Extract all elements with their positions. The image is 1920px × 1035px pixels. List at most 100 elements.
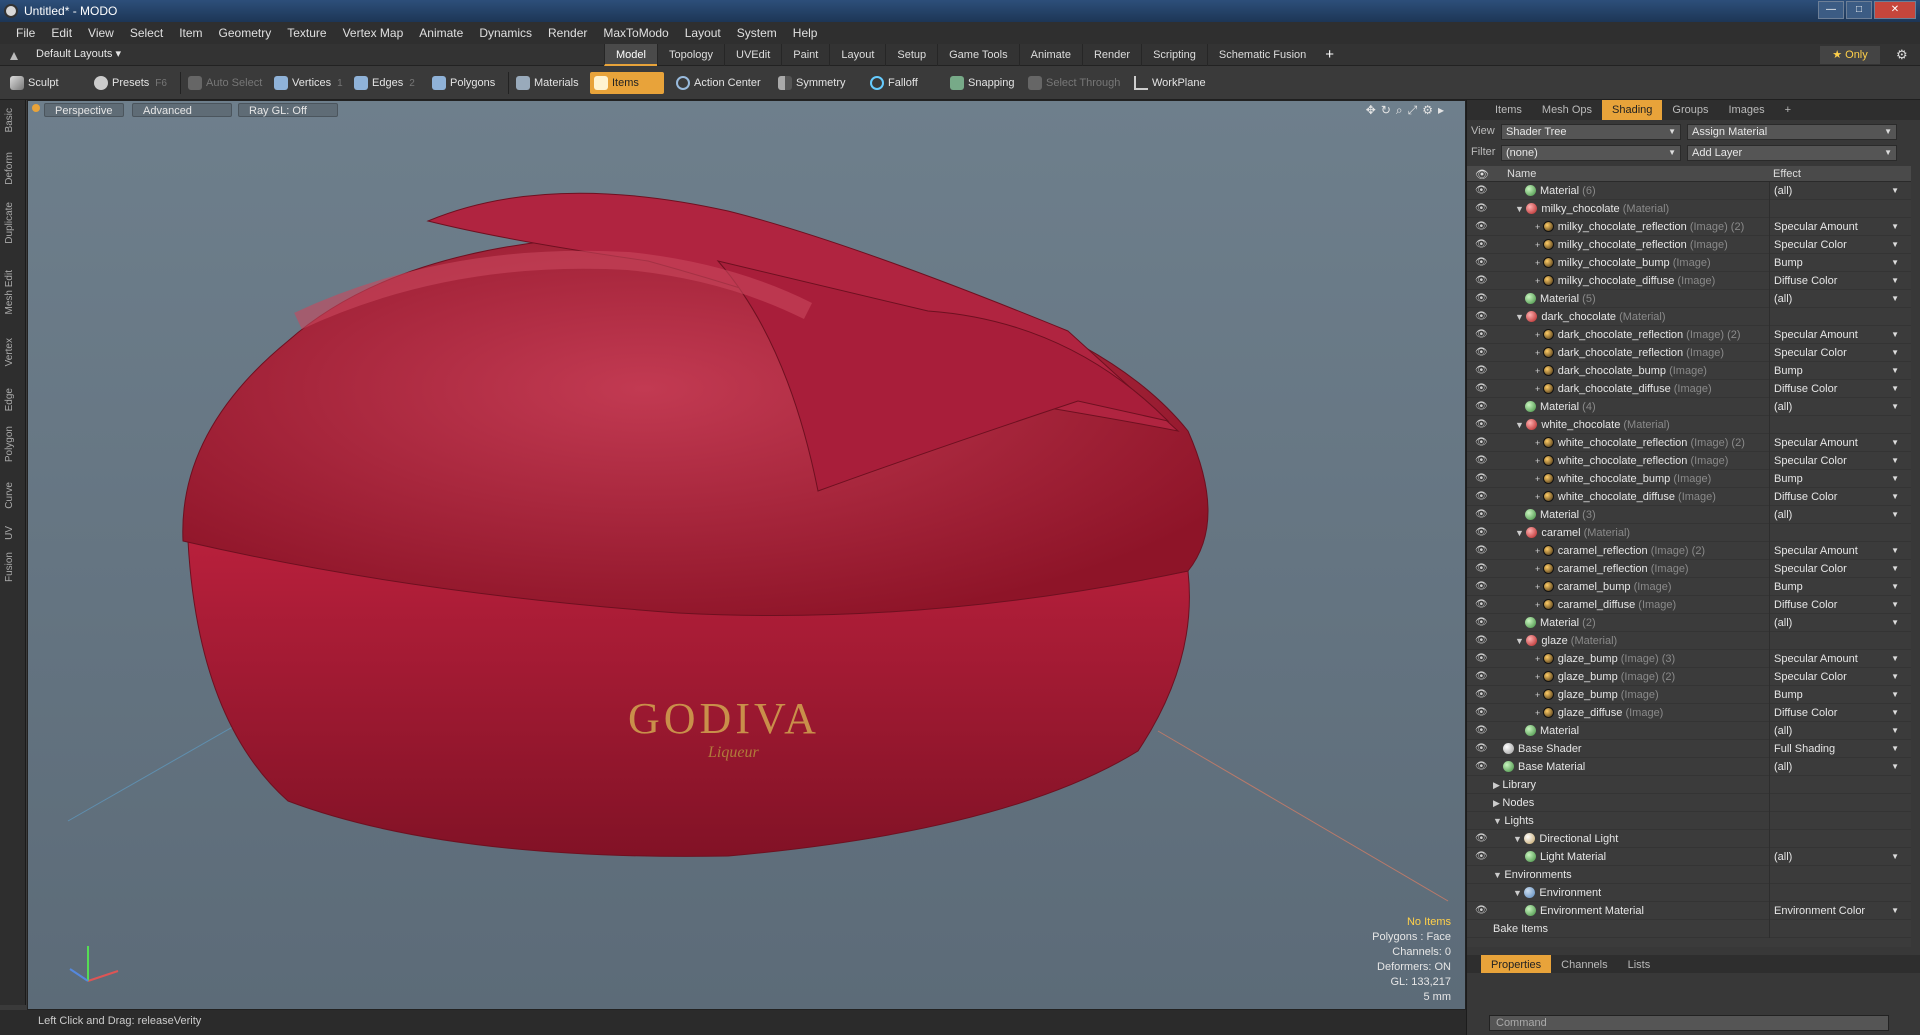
materials-mode-button[interactable]: Materials — [512, 72, 585, 94]
panel-tab-images[interactable]: Images — [1719, 100, 1775, 120]
tree-row[interactable]: 👁 + caramel_diffuse (Image) Diffuse Color — [1467, 596, 1911, 614]
effect-dropdown[interactable]: (all) — [1769, 290, 1901, 308]
visibility-eye-icon[interactable]: 👁 — [1475, 383, 1488, 395]
expand-plus-icon[interactable]: + — [1535, 654, 1543, 664]
expand-arrow-icon[interactable]: ▼ — [1515, 420, 1526, 430]
tree-row[interactable]: 👁 ▼ white_chocolate (Material) — [1467, 416, 1911, 434]
visibility-eye-icon[interactable]: 👁 — [1475, 419, 1488, 431]
tree-row[interactable]: 👁 + glaze_diffuse (Image) Diffuse Color — [1467, 704, 1911, 722]
visibility-eye-icon[interactable]: 👁 — [1475, 365, 1488, 377]
edges-mode-button[interactable]: Edges 2 — [350, 72, 421, 94]
tree-row[interactable]: 👁 + caramel_reflection (Image) (2) Specula… — [1467, 542, 1911, 560]
tree-row[interactable]: 👁 + white_chocolate_diffuse (Image) Diffus… — [1467, 488, 1911, 506]
expand-arrow-icon[interactable]: ▼ — [1493, 816, 1504, 826]
visibility-eye-icon[interactable]: 👁 — [1475, 437, 1488, 449]
tree-row[interactable]: ▼ Environment — [1467, 884, 1911, 902]
left-tab-edge[interactable]: Edge — [4, 388, 15, 411]
layout-lock-icon[interactable] — [8, 49, 20, 61]
menu-layout[interactable]: Layout — [677, 26, 729, 40]
expand-arrow-icon[interactable]: ▶ — [1493, 798, 1502, 808]
assign-material-select[interactable]: Assign Material — [1687, 124, 1897, 140]
add-tab-button[interactable]: + — [1317, 44, 1342, 66]
visibility-eye-icon[interactable]: 👁 — [1475, 203, 1488, 215]
visibility-eye-icon[interactable]: 👁 — [1475, 401, 1488, 413]
visibility-eye-icon[interactable]: 👁 — [1475, 329, 1488, 341]
menu-edit[interactable]: Edit — [43, 26, 80, 40]
effect-dropdown[interactable]: Specular Color — [1769, 452, 1901, 470]
tree-row[interactable]: 👁 ▼ caramel (Material) — [1467, 524, 1911, 542]
visibility-eye-icon[interactable]: 👁 — [1475, 617, 1488, 629]
name-column-header[interactable]: Name — [1507, 168, 1536, 180]
expand-arrow-icon[interactable]: ▼ — [1515, 528, 1526, 538]
effect-dropdown[interactable]: Bump — [1769, 362, 1901, 380]
tree-row[interactable]: 👁 + white_chocolate_bump (Image) Bump — [1467, 470, 1911, 488]
menu-geometry[interactable]: Geometry — [211, 26, 280, 40]
expand-arrow-icon[interactable]: ▼ — [1493, 870, 1504, 880]
panel-tab-items[interactable]: Items — [1485, 100, 1532, 120]
workplane-button[interactable]: WorkPlane — [1130, 72, 1212, 94]
visibility-eye-icon[interactable]: 👁 — [1475, 239, 1488, 251]
tree-row[interactable]: 👁 + white_chocolate_reflection (Image) (2… — [1467, 434, 1911, 452]
effect-dropdown[interactable]: Full Shading — [1769, 740, 1901, 758]
effect-dropdown[interactable]: (all) — [1769, 722, 1901, 740]
visibility-eye-icon[interactable]: 👁 — [1475, 725, 1488, 737]
visibility-eye-icon[interactable]: 👁 — [1475, 347, 1488, 359]
effect-dropdown[interactable]: (all) — [1769, 182, 1901, 200]
minimize-button[interactable]: — — [1818, 1, 1844, 19]
tree-row[interactable]: ▶ Library — [1467, 776, 1911, 794]
action-center-button[interactable]: Action Center — [672, 72, 767, 94]
3d-viewport[interactable]: Perspective Advanced Ray GL: Off ✥↻⌕⤢⚙▸ … — [27, 100, 1466, 1010]
visibility-eye-icon[interactable]: 👁 — [1475, 221, 1488, 233]
maximize-button[interactable]: □ — [1846, 1, 1872, 19]
filter-select[interactable]: (none) — [1501, 145, 1681, 161]
tab-layout[interactable]: Layout — [829, 44, 885, 66]
expand-plus-icon[interactable]: + — [1535, 276, 1543, 286]
left-tab-duplicate[interactable]: Duplicate — [4, 202, 15, 244]
tab-model[interactable]: Model — [604, 44, 657, 66]
expand-arrow-icon[interactable]: ▼ — [1515, 204, 1526, 214]
menu-vertex-map[interactable]: Vertex Map — [335, 26, 412, 40]
expand-plus-icon[interactable]: + — [1535, 672, 1543, 682]
menu-help[interactable]: Help — [785, 26, 826, 40]
tree-row[interactable]: 👁 + caramel_reflection (Image) Specular Co… — [1467, 560, 1911, 578]
visibility-eye-icon[interactable]: 👁 — [1475, 599, 1488, 611]
visibility-eye-icon[interactable]: 👁 — [1475, 293, 1488, 305]
effect-dropdown[interactable]: Diffuse Color — [1769, 704, 1901, 722]
visibility-eye-icon[interactable]: 👁 — [1475, 851, 1488, 863]
expand-plus-icon[interactable]: + — [1535, 582, 1543, 592]
expand-plus-icon[interactable]: + — [1535, 492, 1543, 502]
items-mode-button[interactable]: Items — [590, 72, 664, 94]
tree-row[interactable]: 👁 Material (2) (all) — [1467, 614, 1911, 632]
expand-plus-icon[interactable]: + — [1535, 456, 1543, 466]
visibility-eye-icon[interactable]: 👁 — [1475, 671, 1488, 683]
menu-texture[interactable]: Texture — [279, 26, 334, 40]
expand-plus-icon[interactable]: + — [1535, 384, 1543, 394]
effect-column-header[interactable]: Effect — [1773, 168, 1801, 180]
effect-dropdown[interactable]: (all) — [1769, 758, 1901, 776]
visibility-eye-icon[interactable]: 👁 — [1475, 581, 1488, 593]
polygons-mode-button[interactable]: Polygons — [428, 72, 501, 94]
expand-plus-icon[interactable]: + — [1535, 330, 1543, 340]
visibility-eye-icon[interactable]: 👁 — [1475, 275, 1488, 287]
visibility-eye-icon[interactable]: 👁 — [1475, 527, 1488, 539]
menu-animate[interactable]: Animate — [411, 26, 471, 40]
tree-row[interactable]: 👁 Base Shader Full Shading — [1467, 740, 1911, 758]
visibility-eye-icon[interactable]: 👁 — [1475, 563, 1488, 575]
visibility-eye-icon[interactable]: 👁 — [1475, 653, 1488, 665]
command-input[interactable]: Command — [1489, 1015, 1889, 1031]
tree-row[interactable]: 👁 Light Material (all) — [1467, 848, 1911, 866]
visibility-eye-icon[interactable]: 👁 — [1475, 905, 1488, 917]
effect-dropdown[interactable]: (all) — [1769, 848, 1901, 866]
left-tab-deform[interactable]: Deform — [4, 152, 15, 185]
tab-animate[interactable]: Animate — [1018, 44, 1082, 66]
visibility-eye-icon[interactable]: 👁 — [1475, 509, 1488, 521]
left-tab-polygon[interactable]: Polygon — [4, 426, 15, 462]
menu-file[interactable]: File — [8, 26, 43, 40]
effect-dropdown[interactable]: Specular Color — [1769, 668, 1901, 686]
effect-dropdown[interactable]: Specular Amount — [1769, 326, 1901, 344]
tree-row[interactable]: 👁 ▼ dark_chocolate (Material) — [1467, 308, 1911, 326]
tab-render[interactable]: Render — [1081, 44, 1141, 66]
expand-arrow-icon[interactable]: ▼ — [1513, 888, 1524, 898]
effect-dropdown[interactable]: Bump — [1769, 686, 1901, 704]
left-tab-basic[interactable]: Basic — [4, 108, 15, 132]
